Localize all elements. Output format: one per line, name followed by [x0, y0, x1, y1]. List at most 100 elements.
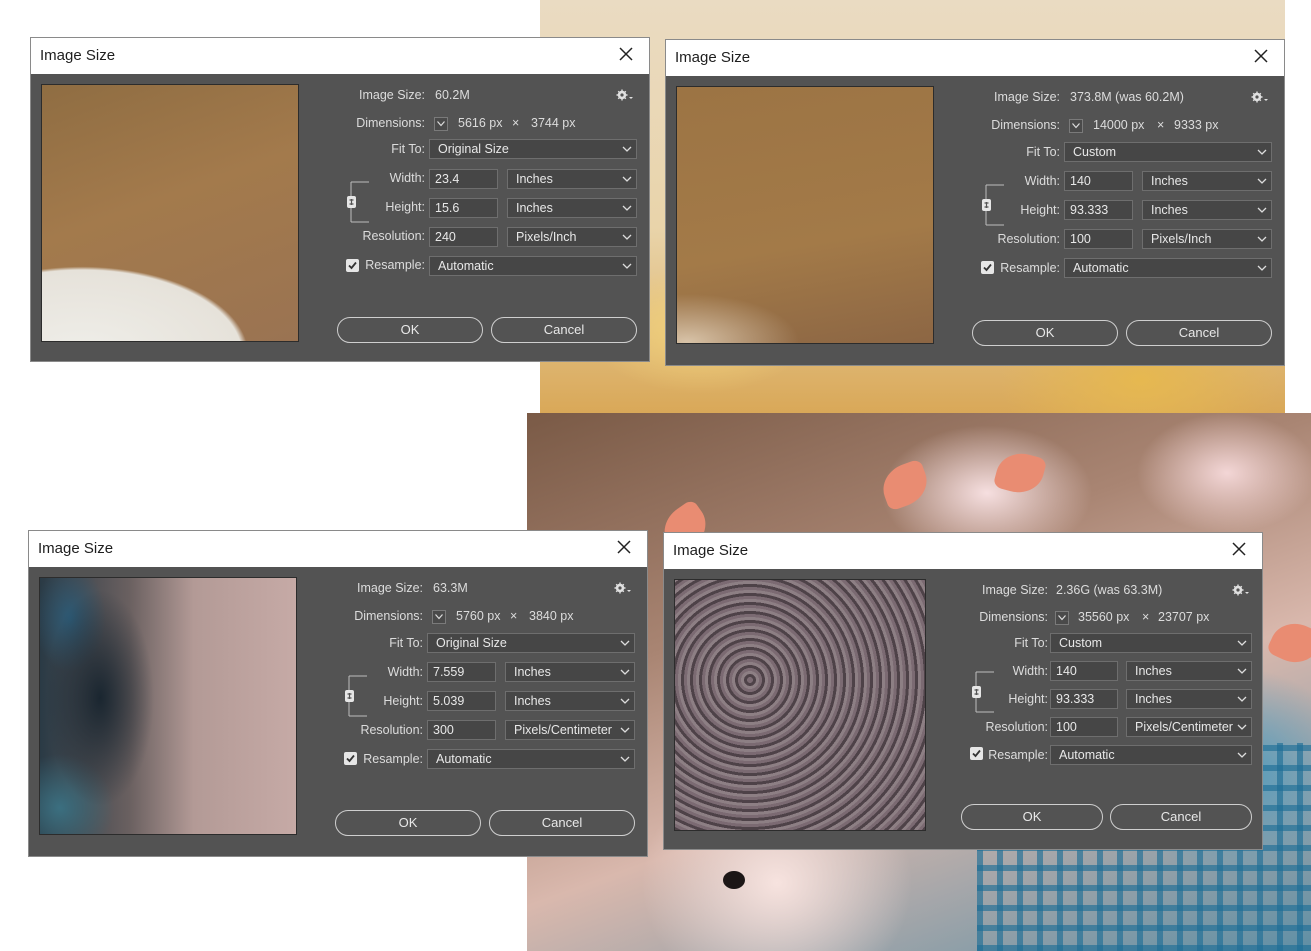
height-input[interactable]: 93.333: [1064, 200, 1133, 220]
resample-label: Resample:: [365, 258, 425, 272]
width-input[interactable]: 7.559: [427, 662, 496, 682]
width-unit-select[interactable]: Inches: [1142, 171, 1272, 191]
height-unit-value: Inches: [514, 694, 551, 708]
title-bar: Image Size: [29, 531, 647, 567]
image-size-label: Image Size:: [356, 581, 423, 595]
chevron-down-icon: [1237, 668, 1247, 674]
resolution-unit-select[interactable]: Pixels/Centimeter: [1126, 717, 1252, 737]
dimensions-times: ×: [1142, 610, 1150, 624]
height-label: Height:: [1008, 692, 1048, 706]
chevron-down-icon: [1237, 640, 1247, 646]
width-label: Width:: [1012, 664, 1048, 678]
gear-icon[interactable]: [614, 581, 632, 595]
resample-select[interactable]: Automatic: [427, 749, 635, 769]
resolution-unit-value: Pixels/Centimeter: [1135, 720, 1233, 734]
ok-button[interactable]: OK: [961, 804, 1103, 830]
width-label: Width:: [387, 665, 423, 679]
height-unit-select[interactable]: Inches: [1142, 200, 1272, 220]
cancel-button[interactable]: Cancel: [1126, 320, 1272, 346]
ok-button[interactable]: OK: [972, 320, 1118, 346]
height-input[interactable]: 15.6: [429, 198, 498, 218]
close-icon[interactable]: [1228, 538, 1250, 560]
resolution-unit-value: Pixels/Inch: [516, 230, 577, 244]
height-input[interactable]: 93.333: [1050, 689, 1118, 709]
image-preview[interactable]: [676, 86, 934, 344]
ok-button[interactable]: OK: [335, 810, 481, 836]
image-size-value: 2.36G (was 63.3M): [1056, 583, 1163, 597]
dimensions-units-toggle[interactable]: [1055, 611, 1069, 625]
width-input[interactable]: 140: [1050, 661, 1118, 681]
dimensions-units-toggle[interactable]: [434, 117, 448, 131]
ok-button[interactable]: OK: [337, 317, 483, 343]
dimensions-units-toggle[interactable]: [1069, 119, 1083, 133]
chevron-down-icon: [622, 263, 632, 269]
resample-select[interactable]: Automatic: [1050, 745, 1252, 765]
height-input[interactable]: 5.039: [427, 691, 496, 711]
height-unit-value: Inches: [516, 201, 553, 215]
image-preview[interactable]: [41, 84, 299, 342]
resample-value: Automatic: [436, 752, 492, 766]
dialog-title: Image Size: [673, 542, 749, 559]
resolution-unit-select[interactable]: Pixels/Centimeter: [505, 720, 635, 740]
height-unit-select[interactable]: Inches: [505, 691, 635, 711]
width-input[interactable]: 140: [1064, 171, 1133, 191]
gear-icon[interactable]: [616, 88, 634, 102]
title-bar: Image Size: [666, 40, 1284, 76]
fit-to-select[interactable]: Original Size: [429, 139, 637, 159]
gear-icon[interactable]: [1232, 583, 1250, 597]
resolution-unit-select[interactable]: Pixels/Inch: [507, 227, 637, 247]
resolution-input[interactable]: 100: [1050, 717, 1118, 737]
chevron-down-icon: [620, 698, 630, 704]
fit-to-label: Fit To:: [391, 142, 425, 156]
resolution-unit-value: Pixels/Centimeter: [514, 723, 612, 737]
width-unit-select[interactable]: Inches: [505, 662, 635, 682]
resample-select[interactable]: Automatic: [429, 256, 637, 276]
dimensions-height-value: 3840 px: [529, 609, 574, 623]
dimensions-label: Dimensions:: [979, 610, 1048, 624]
width-unit-select[interactable]: Inches: [1126, 661, 1252, 681]
resample-select[interactable]: Automatic: [1064, 258, 1272, 278]
fit-to-select[interactable]: Custom: [1064, 142, 1272, 162]
height-unit-select[interactable]: Inches: [507, 198, 637, 218]
chevron-down-icon: [622, 234, 632, 240]
chevron-down-icon: [620, 640, 630, 646]
image-preview[interactable]: [39, 577, 297, 835]
title-bar: Image Size: [664, 533, 1262, 569]
resolution-unit-select[interactable]: Pixels/Inch: [1142, 229, 1272, 249]
fit-to-value: Original Size: [436, 636, 507, 650]
height-unit-value: Inches: [1151, 203, 1188, 217]
close-icon[interactable]: [613, 536, 635, 558]
cancel-button[interactable]: Cancel: [489, 810, 635, 836]
dimensions-width-value: 14000 px: [1093, 118, 1145, 132]
fit-to-select[interactable]: Original Size: [427, 633, 635, 653]
resolution-label: Resolution:: [985, 720, 1048, 734]
resolution-label: Resolution:: [360, 723, 423, 737]
title-bar: Image Size: [31, 38, 649, 74]
height-unit-select[interactable]: Inches: [1126, 689, 1252, 709]
width-unit-value: Inches: [516, 172, 553, 186]
cancel-button[interactable]: Cancel: [1110, 804, 1252, 830]
dimensions-width-value: 35560 px: [1078, 610, 1130, 624]
resolution-input[interactable]: 100: [1064, 229, 1133, 249]
fit-to-select[interactable]: Custom: [1050, 633, 1252, 653]
width-unit-select[interactable]: Inches: [507, 169, 637, 189]
chevron-down-icon: [1237, 724, 1247, 730]
resolution-input[interactable]: 300: [427, 720, 496, 740]
image-preview[interactable]: [674, 579, 926, 831]
width-input[interactable]: 23.4: [429, 169, 498, 189]
image-size-dialog-2: Image Size Image Size: 373.8M (was 60.2M…: [666, 40, 1284, 365]
dimensions-units-toggle[interactable]: [432, 610, 446, 624]
cancel-button[interactable]: Cancel: [491, 317, 637, 343]
dimensions-times: ×: [510, 609, 518, 623]
resample-label: Resample:: [363, 752, 423, 766]
dimensions-height-value: 9333 px: [1174, 118, 1219, 132]
image-size-value: 60.2M: [435, 88, 470, 102]
chevron-down-icon: [1257, 149, 1267, 155]
dimensions-height-value: 23707 px: [1158, 610, 1210, 624]
resolution-input[interactable]: 240: [429, 227, 498, 247]
close-icon[interactable]: [615, 43, 637, 65]
dimensions-times: ×: [512, 116, 520, 130]
chevron-down-icon: [622, 146, 632, 152]
close-icon[interactable]: [1250, 45, 1272, 67]
gear-icon[interactable]: [1251, 90, 1269, 104]
